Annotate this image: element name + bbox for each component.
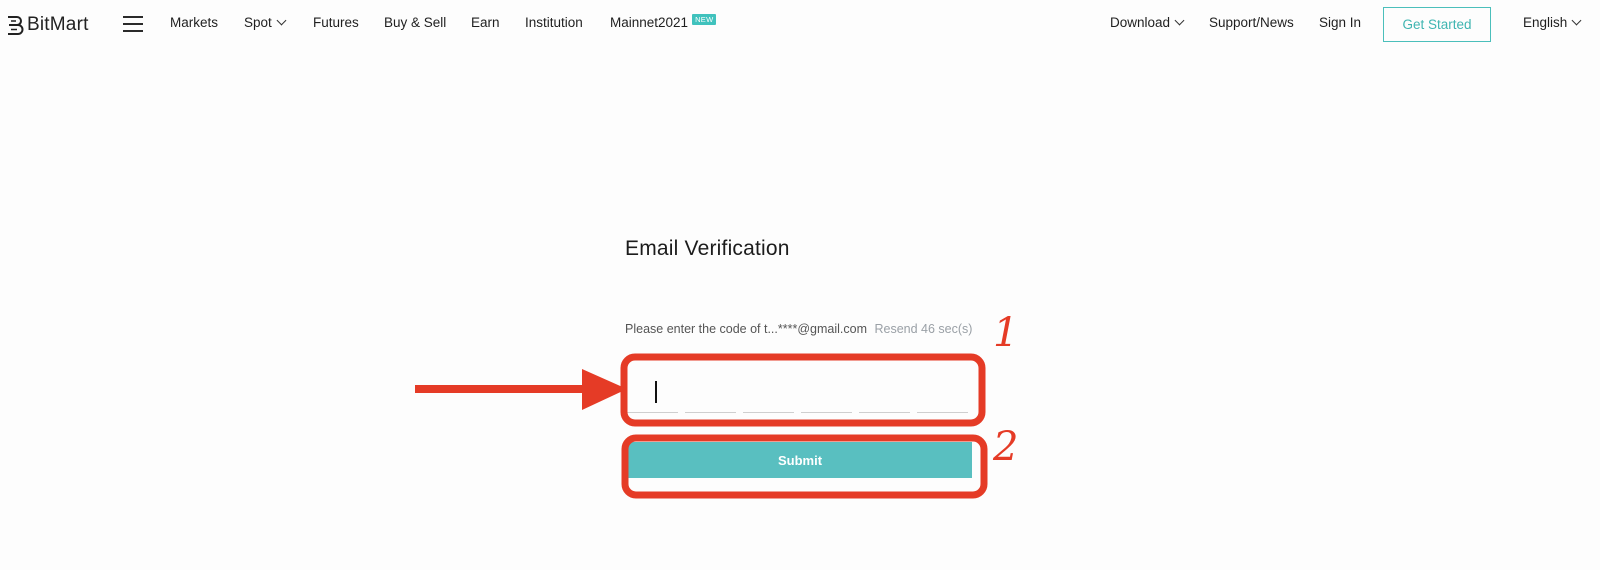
nav-download[interactable]: Download bbox=[1110, 15, 1185, 30]
nav-markets[interactable]: Markets bbox=[170, 15, 218, 30]
resend-code-link[interactable]: Resend 46 sec(s) bbox=[874, 322, 972, 336]
text-caret bbox=[655, 381, 657, 403]
chevron-down-icon bbox=[1571, 15, 1582, 26]
nav-spot[interactable]: Spot bbox=[244, 15, 287, 30]
page-title: Email Verification bbox=[625, 237, 790, 260]
bitmart-logo[interactable]: BitMart bbox=[6, 12, 89, 38]
chevron-down-icon bbox=[1174, 15, 1185, 26]
step-number-1: 1 bbox=[993, 310, 1019, 356]
nav-earn[interactable]: Earn bbox=[471, 15, 500, 30]
brand-name: BitMart bbox=[27, 14, 89, 35]
nav-buy-sell[interactable]: Buy & Sell bbox=[384, 15, 446, 30]
code-digit-3[interactable] bbox=[743, 373, 794, 413]
nav-futures[interactable]: Futures bbox=[313, 15, 359, 30]
arrow-pointer bbox=[415, 369, 627, 410]
annotation-overlay bbox=[415, 353, 988, 499]
bitmart-logo-icon bbox=[8, 16, 24, 35]
code-digit-5[interactable] bbox=[859, 373, 910, 413]
menu-icon[interactable] bbox=[123, 16, 143, 32]
hint-text: Please enter the code of t...****@gmail.… bbox=[625, 322, 867, 336]
verification-hint: Please enter the code of t...****@gmail.… bbox=[625, 322, 972, 336]
step-number-2: 2 bbox=[993, 424, 1019, 470]
submit-button[interactable]: Submit bbox=[628, 442, 972, 478]
new-badge: NEW bbox=[692, 13, 717, 25]
nav-mainnet[interactable]: Mainnet2021 NEW bbox=[610, 13, 717, 30]
language-selector[interactable]: English bbox=[1523, 15, 1582, 30]
get-started-button[interactable]: Get Started bbox=[1383, 7, 1491, 42]
code-digit-2[interactable] bbox=[685, 373, 736, 413]
top-navigation-bar: BitMart Markets Spot Futures Buy & Sell … bbox=[0, 0, 1600, 50]
code-digit-6[interactable] bbox=[917, 373, 968, 413]
nav-support-news[interactable]: Support/News bbox=[1209, 15, 1294, 30]
code-digit-1[interactable] bbox=[627, 373, 678, 413]
chevron-down-icon bbox=[276, 15, 287, 26]
nav-institution[interactable]: Institution bbox=[525, 15, 583, 30]
verification-code-input[interactable] bbox=[627, 365, 969, 413]
sign-in-link[interactable]: Sign In bbox=[1319, 15, 1361, 30]
code-digit-4[interactable] bbox=[801, 373, 852, 413]
